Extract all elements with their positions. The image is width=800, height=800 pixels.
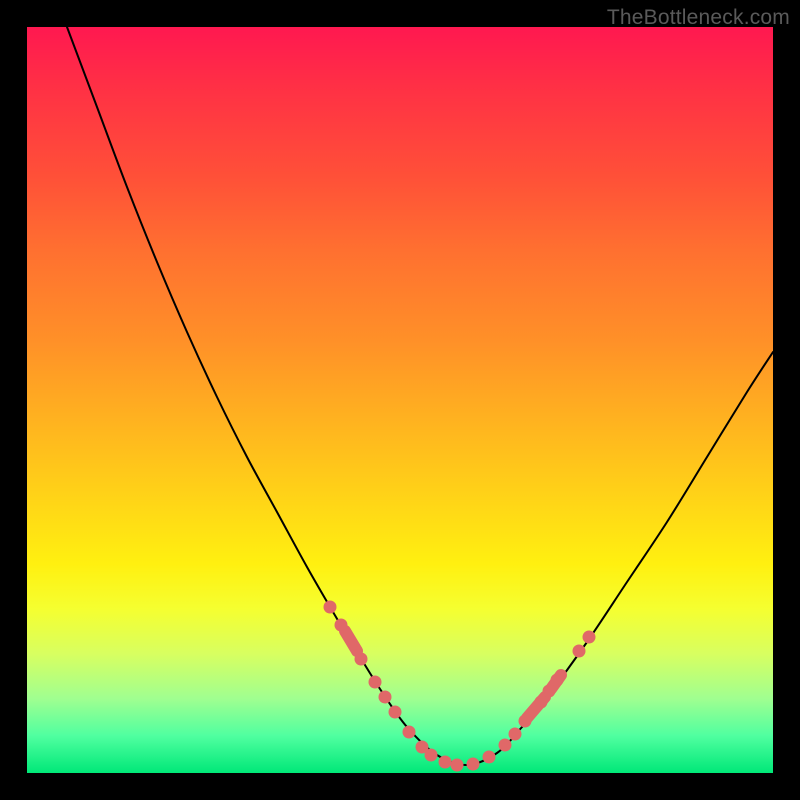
chart-background-gradient bbox=[27, 27, 773, 773]
chart-frame bbox=[27, 27, 773, 773]
